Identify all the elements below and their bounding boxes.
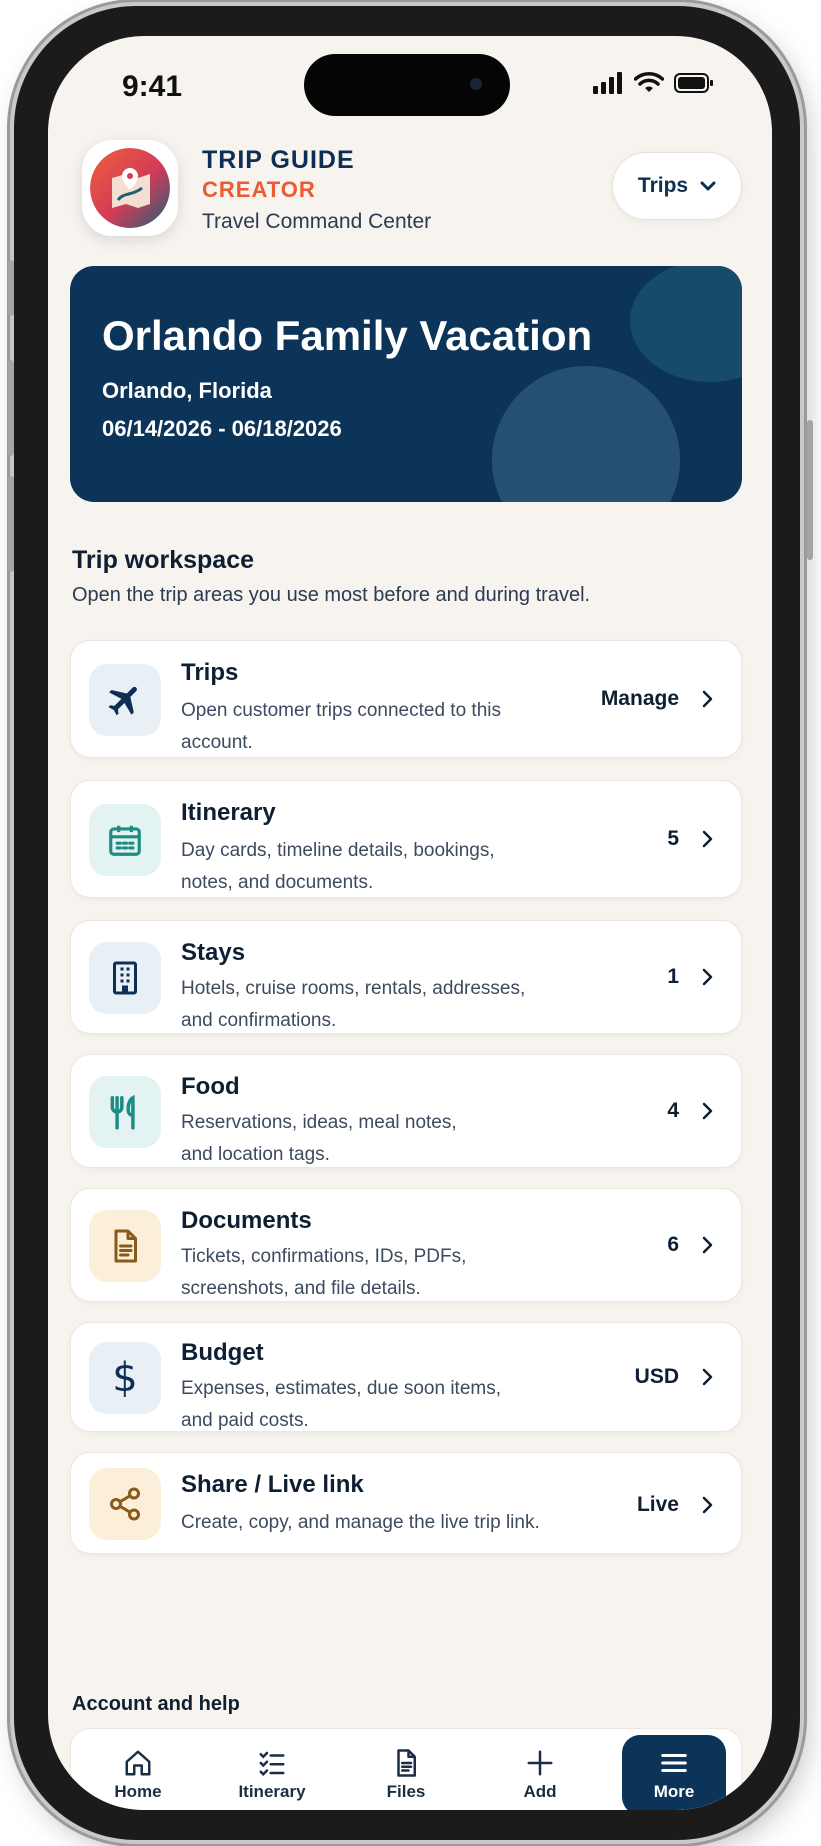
workspace-description: Open the trip areas you use most before … <box>72 584 591 606</box>
map-pin-logo-icon <box>90 148 170 228</box>
item-description: Day cards, timeline details, bookings, no… <box>181 840 495 893</box>
building-icon <box>89 942 161 1014</box>
item-description: Open customer trips connected to this acc… <box>181 700 501 753</box>
checklist-icon <box>259 1751 285 1777</box>
volume-down-button <box>8 476 14 572</box>
airplane-icon <box>89 664 161 736</box>
chevron-right-icon <box>702 1236 713 1254</box>
trip-title: Orlando Family Vacation <box>102 312 593 359</box>
trips-dropdown-button[interactable]: Trips <box>612 152 742 220</box>
item-title: Budget <box>181 1339 264 1366</box>
chevron-right-icon <box>702 690 713 708</box>
item-currency: USD <box>634 1365 679 1388</box>
item-title: Share / Live link <box>181 1471 364 1498</box>
tab-files[interactable]: Files <box>354 1735 458 1810</box>
brand-subtitle: CREATOR <box>202 177 316 202</box>
item-status: Live <box>636 1493 679 1516</box>
account-section-title: Account and help <box>72 1693 240 1715</box>
volume-up-button <box>8 360 14 456</box>
workspace-title: Trip workspace <box>72 546 255 574</box>
tab-label: Files <box>386 1782 426 1801</box>
home-icon <box>125 1750 151 1776</box>
hero-decoration-circle <box>630 266 742 382</box>
workspace-item-documents[interactable]: Documents Tickets, confirmations, IDs, P… <box>70 1188 742 1302</box>
tab-label: Itinerary <box>238 1782 306 1801</box>
trip-hero-card[interactable]: Orlando Family Vacation Orlando, Florida… <box>70 266 742 502</box>
item-title: Itinerary <box>181 799 276 826</box>
screen: 9:41 TRIP GUIDE CREATOR Travel Command C… <box>48 36 772 1810</box>
hero-decoration-circle <box>492 366 680 502</box>
tab-label: More <box>653 1782 695 1801</box>
item-description: Expenses, estimates, due soon items, and … <box>181 1378 501 1431</box>
wifi-icon <box>634 72 664 92</box>
workspace-item-trips[interactable]: Trips Open customer trips connected to t… <box>70 640 742 758</box>
status-bar: 9:41 <box>48 36 772 136</box>
workspace-item-stays[interactable]: Stays Hotels, cruise rooms, rentals, add… <box>70 920 742 1034</box>
item-count: 1 <box>667 965 679 988</box>
share-icon <box>89 1468 161 1540</box>
tab-more[interactable]: More <box>622 1735 726 1810</box>
item-count: 6 <box>667 1233 679 1256</box>
menu-icon <box>661 1754 687 1772</box>
file-icon <box>397 1749 416 1777</box>
item-description: Hotels, cruise rooms, rentals, addresses… <box>181 978 526 1031</box>
status-time: 9:41 <box>122 70 183 103</box>
item-description: Create, copy, and manage the live trip l… <box>181 1512 540 1533</box>
item-title: Trips <box>181 659 239 686</box>
plus-icon <box>527 1750 553 1776</box>
workspace-item-share[interactable]: Share / Live link Create, copy, and mana… <box>70 1452 742 1554</box>
workspace-item-food[interactable]: Food Reservations, ideas, meal notes, and… <box>70 1054 742 1168</box>
item-title: Stays <box>181 939 246 966</box>
chevron-right-icon <box>702 968 713 986</box>
item-title: Food <box>181 1073 240 1100</box>
chevron-right-icon <box>702 1368 713 1386</box>
item-meta: Manage <box>600 687 679 710</box>
chevron-down-icon <box>700 181 716 191</box>
trip-dates: 06/14/2026 - 06/18/2026 <box>102 416 342 441</box>
tab-home[interactable]: Home <box>86 1735 190 1810</box>
trip-location: Orlando, Florida <box>102 378 272 403</box>
item-count: 5 <box>667 827 679 850</box>
workspace-item-budget[interactable]: $ Budget Expenses, estimates, due soon i… <box>70 1322 742 1432</box>
calendar-icon <box>89 804 161 876</box>
status-icons <box>592 72 714 94</box>
brand-tagline: Travel Command Center <box>202 210 432 233</box>
signal-icon <box>593 72 622 94</box>
document-icon <box>89 1210 161 1282</box>
bottom-tab-bar: Home Itinerary Files Add More <box>70 1728 742 1810</box>
item-description: Reservations, ideas, meal notes, and loca… <box>181 1112 457 1165</box>
item-count: 4 <box>667 1099 679 1122</box>
chevron-right-icon <box>702 1102 713 1120</box>
chevron-right-icon <box>702 1496 713 1514</box>
dollar-icon: $ <box>89 1342 161 1414</box>
power-button <box>807 420 813 560</box>
battery-icon <box>674 73 713 93</box>
tab-label: Home <box>114 1782 162 1801</box>
item-title: Documents <box>181 1207 312 1234</box>
camera-dot <box>470 78 482 90</box>
chevron-right-icon <box>702 830 713 848</box>
dynamic-island <box>304 54 510 116</box>
tab-itinerary[interactable]: Itinerary <box>220 1735 324 1810</box>
item-description: Tickets, confirmations, IDs, PDFs, screen… <box>181 1246 467 1299</box>
trips-dropdown-label: Trips <box>637 174 689 197</box>
app-logo <box>82 140 178 236</box>
brand-title: TRIP GUIDE <box>202 146 355 174</box>
tab-label: Add <box>523 1782 557 1801</box>
mute-switch <box>8 260 14 316</box>
workspace-item-itinerary[interactable]: Itinerary Day cards, timeline details, b… <box>70 780 742 898</box>
utensils-icon <box>89 1076 161 1148</box>
tab-add[interactable]: Add <box>488 1735 592 1810</box>
